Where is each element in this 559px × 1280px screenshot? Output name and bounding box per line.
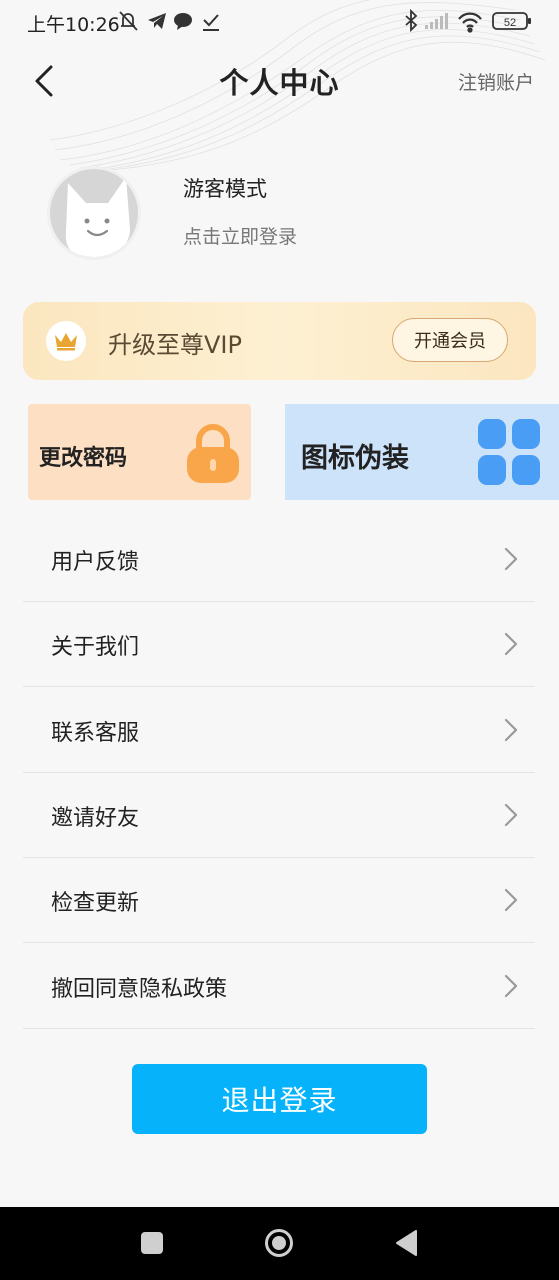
profile-name[interactable]: 游客模式 bbox=[183, 173, 267, 203]
change-password-label: 更改密码 bbox=[39, 446, 128, 471]
chevron-right-icon bbox=[504, 632, 518, 656]
download-done-icon bbox=[203, 14, 219, 31]
icon-disguise-label: 图标伪装 bbox=[301, 443, 409, 474]
chevron-right-icon bbox=[504, 718, 518, 742]
chevron-right-icon bbox=[504, 974, 518, 998]
menu-item-check-update[interactable]: 检查更新 bbox=[23, 858, 535, 943]
signal-icon bbox=[425, 13, 448, 29]
mute-bell-icon bbox=[119, 11, 138, 31]
menu-item-label: 联系客服 bbox=[51, 721, 140, 746]
svg-text:52: 52 bbox=[504, 17, 516, 29]
menu-item-label: 用户反馈 bbox=[51, 550, 140, 575]
chat-bubble-icon bbox=[174, 13, 192, 30]
chevron-right-icon bbox=[504, 888, 518, 912]
vip-upgrade-text: 升级至尊VIP bbox=[108, 331, 242, 359]
recent-apps-icon[interactable] bbox=[141, 1232, 163, 1254]
bluetooth-icon bbox=[405, 9, 418, 33]
menu-item-label: 检查更新 bbox=[51, 891, 140, 916]
lock-icon bbox=[187, 424, 239, 483]
icon-disguise-card[interactable]: 图标伪装 bbox=[285, 404, 559, 500]
menu-item-label: 邀请好友 bbox=[51, 806, 140, 831]
menu-item-label: 撤回同意隐私政策 bbox=[51, 977, 228, 1002]
menu-item-customer-service[interactable]: 联系客服 bbox=[23, 688, 535, 773]
chevron-right-icon bbox=[504, 803, 518, 827]
status-right-icons: 52 bbox=[405, 9, 531, 33]
vip-banner[interactable]: 升级至尊VIP 开通会员 bbox=[23, 302, 536, 380]
status-time: 上午10:26 bbox=[27, 14, 120, 36]
menu-item-feedback[interactable]: 用户反馈 bbox=[23, 517, 535, 602]
menu-item-invite-friends[interactable]: 邀请好友 bbox=[23, 773, 535, 858]
crown-icon bbox=[46, 321, 86, 361]
battery-icon: 52 bbox=[492, 12, 531, 30]
grid-icon bbox=[478, 419, 540, 485]
home-icon[interactable] bbox=[264, 1228, 294, 1258]
avatar[interactable] bbox=[47, 166, 141, 260]
navigation-bar bbox=[0, 1207, 559, 1280]
menu-item-revoke-privacy[interactable]: 撤回同意隐私政策 bbox=[23, 944, 535, 1029]
cat-avatar-icon bbox=[65, 177, 130, 257]
change-password-card[interactable]: 更改密码 bbox=[28, 404, 251, 500]
chevron-right-icon bbox=[504, 547, 518, 571]
open-membership-button[interactable]: 开通会员 bbox=[392, 318, 508, 362]
logout-button[interactable]: 退出登录 bbox=[132, 1064, 427, 1134]
wifi-icon bbox=[458, 12, 482, 33]
login-prompt[interactable]: 点击立即登录 bbox=[183, 222, 297, 249]
status-bar: 上午10:26 52 bbox=[0, 0, 559, 42]
menu-item-label: 关于我们 bbox=[51, 635, 140, 660]
back-triangle-icon[interactable] bbox=[394, 1229, 418, 1257]
notification-icons bbox=[119, 11, 219, 31]
telegram-icon bbox=[148, 13, 166, 29]
cancel-account-button[interactable]: 注销账户 bbox=[458, 68, 534, 95]
menu-item-about[interactable]: 关于我们 bbox=[23, 602, 535, 687]
